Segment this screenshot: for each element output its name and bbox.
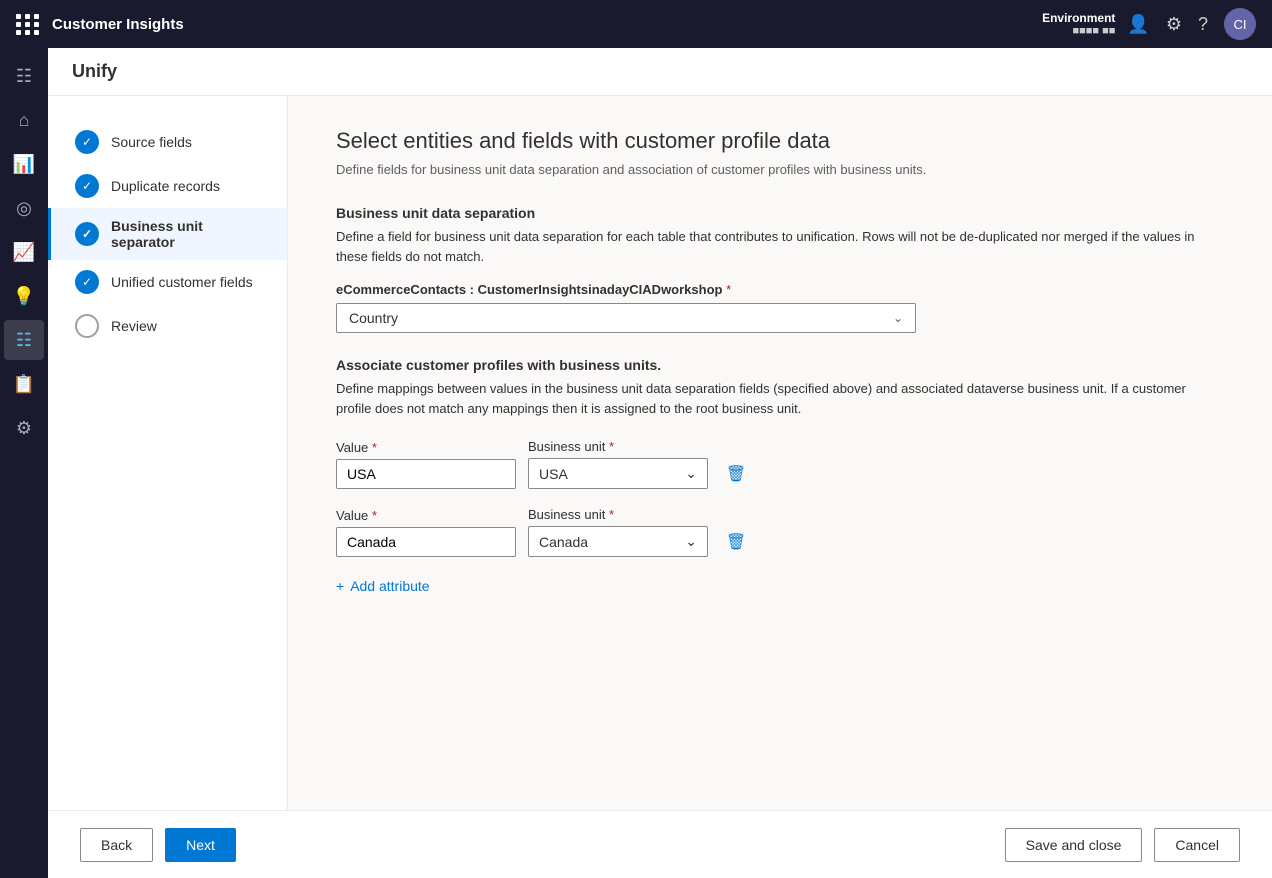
business-unit-col-0: Business unit * USA ⌄ [528,439,708,489]
settings-icon[interactable]: ⚙ [1166,14,1182,35]
entity-name: eCommerceContacts : CustomerInsightsinad… [336,282,722,297]
value-col-0: Value * [336,440,516,489]
country-dropdown[interactable]: Country ⌄ [336,303,916,333]
mapping-row-1: Value * Business unit * Canada [336,506,1224,558]
sidebar-icon-home[interactable]: ⌂ [4,100,44,140]
grid-menu-icon[interactable] [16,14,40,35]
next-button[interactable]: Next [165,828,236,862]
value-label-1: Value * [336,508,516,523]
step-circle-business-unit: ✓ [75,222,99,246]
footer-left: Back Next [80,828,236,862]
assoc-title: Associate customer profiles with busines… [336,357,1224,373]
assoc-desc: Define mappings between values in the bu… [336,379,1224,418]
environment-label: Environment [1042,11,1115,25]
page-heading: Select entities and fields with customer… [336,128,1224,154]
required-marker: * [726,282,731,297]
sidebar-icon-bulb[interactable]: 💡 [4,276,44,316]
sidebar-icon-report[interactable]: 📋 [4,364,44,404]
add-icon: + [336,578,344,594]
value-input-1[interactable] [336,527,516,557]
add-attribute-label: Add attribute [350,578,429,594]
step-circle-review [75,314,99,338]
help-icon[interactable]: ? [1198,14,1208,35]
top-nav: Customer Insights Environment ■■■■ ■■ 👤 … [0,0,1272,48]
environment-value: ■■■■ ■■ [1073,25,1116,37]
sub-header: Unify [48,48,1272,96]
step-label-source-fields: Source fields [111,134,192,150]
business-unit-value-0: USA [539,466,568,482]
business-unit-value-1: Canada [539,534,588,550]
business-unit-separation-desc: Define a field for business unit data se… [336,227,1224,266]
footer: Back Next Save and close Cancel [48,810,1272,878]
steps-sidebar: ✓ Source fields ✓ Duplicate records ✓ Bu… [48,96,288,810]
step-label-duplicate-records: Duplicate records [111,178,220,194]
delete-row-0-button[interactable]: 🗑 [720,458,752,490]
bu-required-0: * [609,439,614,454]
environment-info: Environment ■■■■ ■■ [1042,11,1115,37]
value-col-1: Value * [336,508,516,557]
step-unified-customer-fields[interactable]: ✓ Unified customer fields [48,260,287,304]
step-duplicate-records[interactable]: ✓ Duplicate records [48,164,287,208]
cancel-button[interactable]: Cancel [1154,828,1240,862]
icon-sidebar: ☷ ⌂ 📊 ◎ 📈 💡 ☷ 📋 ⚙ [0,48,48,878]
person-icon[interactable]: 👤 [1127,14,1149,35]
delete-row-1-button[interactable]: 🗑 [720,526,752,558]
main-content: ✓ Source fields ✓ Duplicate records ✓ Bu… [48,96,1272,810]
mapping-row-0: Value * Business unit * USA [336,438,1224,490]
step-circle-duplicate-records: ✓ [75,174,99,198]
step-circle-source-fields: ✓ [75,130,99,154]
business-unit-dropdown-1[interactable]: Canada ⌄ [528,526,708,557]
avatar[interactable]: CI [1224,8,1256,40]
page-shell: ☷ ⌂ 📊 ◎ 📈 💡 ☷ 📋 ⚙ Unify ✓ Source fields … [0,48,1272,878]
business-unit-chevron-1: ⌄ [685,533,697,550]
sidebar-icon-grid[interactable]: ☷ [4,56,44,96]
business-unit-col-1: Business unit * Canada ⌄ [528,507,708,557]
footer-right: Save and close Cancel [1005,828,1240,862]
nav-icons: 👤 ⚙ ? CI [1127,8,1256,40]
step-label-unified: Unified customer fields [111,274,253,290]
save-and-close-button[interactable]: Save and close [1005,828,1143,862]
entity-field-label: eCommerceContacts : CustomerInsightsinad… [336,282,1224,297]
business-unit-dropdown-0[interactable]: USA ⌄ [528,458,708,489]
work-area: Select entities and fields with customer… [288,96,1272,810]
content-area: Unify ✓ Source fields ✓ Duplicate record… [48,48,1272,878]
country-dropdown-value: Country [349,310,398,326]
bu-required-1: * [609,507,614,522]
step-review[interactable]: Review [48,304,287,348]
step-business-unit-separator[interactable]: ✓ Business unit separator [48,208,287,260]
sidebar-icon-chart[interactable]: 📈 [4,232,44,272]
value-required-1: * [372,508,377,523]
step-label-business-unit: Business unit separator [111,218,263,250]
sidebar-icon-data[interactable]: ☷ [4,320,44,360]
mapping-section: Associate customer profiles with busines… [336,357,1224,598]
business-unit-label-1: Business unit * [528,507,708,522]
business-unit-separation-title: Business unit data separation [336,205,1224,221]
page-subtitle: Define fields for business unit data sep… [336,162,1224,177]
back-button[interactable]: Back [80,828,153,862]
sidebar-icon-target[interactable]: ◎ [4,188,44,228]
step-circle-unified: ✓ [75,270,99,294]
step-label-review: Review [111,318,157,334]
business-unit-chevron-0: ⌄ [685,465,697,482]
sidebar-icon-analytics[interactable]: 📊 [4,144,44,184]
page-title: Unify [72,61,117,82]
add-attribute-button[interactable]: + Add attribute [336,574,430,598]
value-input-0[interactable] [336,459,516,489]
country-dropdown-chevron: ⌄ [893,311,903,325]
value-label-0: Value * [336,440,516,455]
sidebar-icon-settings[interactable]: ⚙ [4,408,44,448]
app-title: Customer Insights [52,16,1030,33]
value-required-0: * [372,440,377,455]
step-source-fields[interactable]: ✓ Source fields [48,120,287,164]
business-unit-label-0: Business unit * [528,439,708,454]
